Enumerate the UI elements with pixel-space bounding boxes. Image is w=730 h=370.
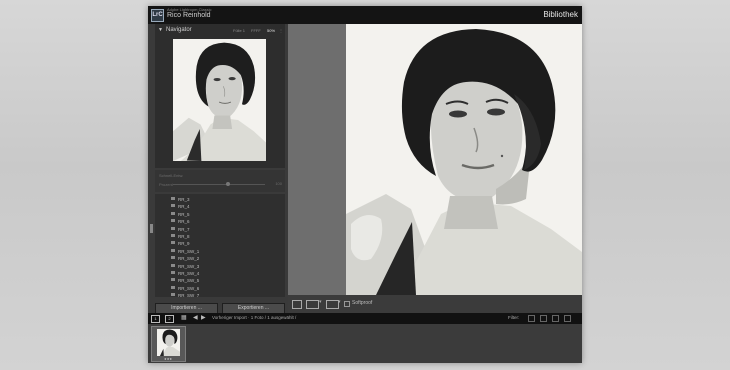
folder-item[interactable]: RR_SW_5 [155, 277, 285, 284]
folder-label: RR_4 [178, 204, 190, 210]
view-toolbar: ▾ ▾ Softproof [288, 295, 582, 313]
folder-item[interactable]: RR_4 [155, 203, 285, 210]
folder-item[interactable]: RR_SW_3 [155, 263, 285, 270]
zoom-fill[interactable]: Fülle 1 [233, 28, 245, 33]
folder-label: RR_SW_3 [178, 263, 200, 269]
folder-label: RR_SW_1 [178, 248, 200, 254]
folder-item[interactable]: RR_SW_6 [155, 285, 285, 292]
lightroom-window: LrC Adobe Lightroom Classic Rico Reinhol… [148, 6, 582, 363]
forward-arrow-icon[interactable]: ▶ [201, 315, 206, 322]
folder-icon [171, 211, 175, 215]
slider-track[interactable] [173, 184, 265, 185]
compare-view-icon[interactable] [306, 300, 319, 309]
folder-icon [171, 197, 175, 200]
slider-label: Prozent [159, 182, 173, 187]
filmstrip-thumbnail[interactable]: ★★★ [151, 326, 186, 362]
thumbnail-photo [157, 329, 180, 356]
slider-value: 100 [275, 181, 282, 186]
chevron-down-icon[interactable]: ▾ [319, 299, 322, 305]
grid-icon[interactable]: ▦ [181, 315, 187, 322]
folder-icon [171, 219, 175, 223]
folder-item[interactable]: RR_SW_4 [155, 270, 285, 277]
main-image-view[interactable] [288, 24, 582, 295]
quick-develop-panel[interactable]: Schnell-Entw. Prozent 100 [155, 170, 285, 192]
folder-label: RR_3 [178, 197, 190, 202]
zoom-fit[interactable]: FFFF [251, 28, 261, 33]
module-bibliothek[interactable]: Bibliothek [543, 10, 578, 19]
folder-icon [171, 285, 175, 289]
folder-label: RR_8 [178, 234, 190, 239]
zoom-50[interactable]: 50% [267, 28, 275, 33]
folder-icon [171, 248, 175, 252]
chevron-down-icon[interactable]: ▾ [338, 299, 341, 305]
softproof-label: Softproof [352, 300, 373, 306]
folder-icon [171, 241, 175, 245]
folder-item[interactable]: RR_SW_7 [155, 292, 285, 297]
filmstrip-header: 1 2 ▦ ◀ ▶ Vorheriger Import · 1 Foto / 1… [148, 313, 582, 324]
left-panel: ▼ Navigator Fülle 1 FFFF 50% ⋮ Schnell-E… [148, 24, 288, 314]
folder-item[interactable]: RR_9 [155, 240, 285, 247]
folder-label: RR_5 [178, 211, 190, 217]
filter-preset-icon[interactable] [552, 315, 559, 322]
folder-label: RR_SW_5 [178, 278, 200, 284]
folder-icon [171, 293, 175, 297]
title-bar: LrC Adobe Lightroom Classic Rico Reinhol… [148, 6, 582, 24]
folder-icon [171, 278, 175, 282]
folder-label: RR_SW_4 [178, 271, 200, 276]
folder-icon [171, 204, 175, 208]
folder-item[interactable]: RR_SW_1 [155, 248, 285, 255]
slider-knob[interactable] [226, 182, 231, 186]
folder-icon [171, 226, 175, 230]
navigator-photo [173, 39, 266, 161]
folder-list: RR_3 RR_4 RR_5 RR_6 RR_7 RR_8 RR_9 RR_SW_1 RR_SW… [155, 194, 285, 297]
folder-label: RR_SW_6 [178, 285, 200, 291]
flag-filter-icon[interactable] [528, 315, 535, 322]
folder-label: RR_SW_7 [178, 293, 200, 297]
user-name: Rico Reinhold [167, 12, 211, 19]
filmstrip: ★★★ [148, 324, 582, 363]
primary-display-button[interactable]: 1 [151, 315, 160, 323]
left-panel-toggle-icon[interactable] [150, 224, 153, 233]
main-photo[interactable] [346, 24, 582, 295]
softproof-checkbox[interactable] [344, 301, 350, 307]
filter-label: Filter: [508, 315, 520, 320]
thumbnail-rating: ★★★ [164, 357, 173, 361]
left-panel-buttons: Importieren ... Exportieren ... [155, 303, 285, 314]
navigator-preview[interactable] [173, 39, 266, 161]
folder-icon [171, 256, 175, 260]
navigator-title: Navigator [166, 27, 192, 33]
lightroom-logo-icon: LrC [151, 9, 164, 22]
back-arrow-icon[interactable]: ◀ [193, 315, 198, 322]
folder-item[interactable]: RR_3 [155, 196, 285, 203]
folder-label: RR_SW_2 [178, 256, 200, 262]
color-filter-icon[interactable] [540, 315, 547, 322]
secondary-display-button[interactable]: 2 [165, 315, 174, 323]
folder-label: RR_6 [178, 219, 190, 225]
quick-develop-title: Schnell-Entw. [159, 173, 184, 178]
folder-item[interactable]: RR_8 [155, 233, 285, 240]
portrait-image [346, 24, 582, 295]
folder-item[interactable]: RR_7 [155, 226, 285, 233]
folder-icon [171, 234, 175, 237]
navigator-panel: ▼ Navigator Fülle 1 FFFF 50% ⋮ [155, 24, 285, 168]
folder-label: RR_7 [178, 226, 190, 232]
folder-item[interactable]: RR_SW_2 [155, 255, 285, 262]
folder-item[interactable]: RR_6 [155, 218, 285, 225]
folder-item[interactable]: RR_5 [155, 211, 285, 218]
navigator-header[interactable]: ▼ Navigator Fülle 1 FFFF 50% ⋮ [155, 24, 285, 37]
loupe-view-icon[interactable] [292, 300, 302, 309]
folder-label: RR_9 [178, 241, 190, 247]
collapse-triangle-icon[interactable]: ▼ [158, 27, 163, 33]
folder-icon [171, 271, 175, 274]
thumbnail-image [157, 329, 180, 356]
filter-lock-icon[interactable] [564, 315, 571, 322]
folder-icon [171, 263, 175, 267]
filmstrip-source[interactable]: Vorheriger Import · 1 Foto / 1 ausgewähl… [212, 315, 296, 320]
zoom-menu-icon[interactable]: ⋮ [279, 28, 283, 33]
